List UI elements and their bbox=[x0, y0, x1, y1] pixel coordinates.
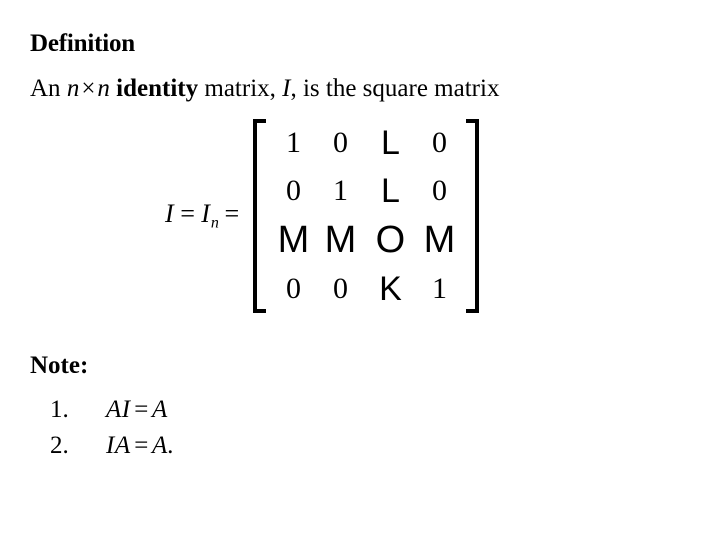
note-2-lhs: IA bbox=[106, 432, 131, 459]
matrix-cell-r1c4: 0 bbox=[431, 126, 447, 159]
note-equation-1: AI=A bbox=[106, 396, 168, 424]
matrix-cell-r2c3: L bbox=[380, 172, 400, 210]
note-heading: Note: bbox=[30, 352, 89, 379]
definition-variable-n-first: n bbox=[66, 75, 80, 102]
note-marker-1: 1. bbox=[50, 396, 69, 423]
matrix-cell-r2c4: 0 bbox=[431, 174, 447, 207]
definition-text-part-2: matrix, bbox=[198, 75, 283, 102]
equation-symbol-I-sub: I bbox=[201, 199, 211, 229]
matrix-cell-r4c4: 1 bbox=[431, 272, 447, 305]
matrix-cell-r3c2: M bbox=[324, 219, 357, 261]
note-2-rhs: A. bbox=[151, 432, 175, 459]
definition-text-part-1: An bbox=[30, 75, 67, 102]
identity-matrix-equation: I = In = 1 0 L 0 0 1 L 0 M M O M 0 0 K 1 bbox=[165, 118, 480, 314]
matrix-bracket-group: 1 0 L 0 0 1 L 0 M M O M 0 0 K 1 bbox=[253, 119, 480, 313]
matrix-cell-r2c1: 0 bbox=[285, 174, 301, 207]
note-list: 1. AI=A 2. IA=A. bbox=[50, 396, 175, 468]
note-list-item-1: 1. AI=A bbox=[50, 396, 175, 432]
note-list-item-2: 2. IA=A. bbox=[50, 432, 175, 468]
note-marker-2: 2. bbox=[50, 432, 69, 459]
definition-emphasis-identity: identity bbox=[116, 75, 199, 102]
definition-variable-n-second: n bbox=[97, 75, 110, 102]
definition-text-part-3: , is the square matrix bbox=[290, 75, 500, 102]
matrix-cell-r1c1: 1 bbox=[285, 126, 301, 159]
equals-sign-second: = bbox=[222, 199, 242, 229]
matrix-cell-r4c3: K bbox=[379, 270, 402, 308]
note-equation-2: IA=A. bbox=[106, 432, 175, 460]
equation-subscript-n: n bbox=[210, 214, 219, 232]
definition-sentence: An n×n identity matrix, I, is the square… bbox=[30, 74, 499, 104]
equation-left-hand-side: I = In = bbox=[165, 199, 253, 233]
matrix-cell-r1c2: 0 bbox=[332, 126, 348, 159]
matrix-cell-r4c2: 0 bbox=[332, 272, 348, 305]
equation-symbol-I: I bbox=[165, 199, 175, 229]
note-2-equals: = bbox=[132, 432, 150, 459]
matrix-cell-r2c2: 1 bbox=[332, 174, 348, 207]
equals-sign-first: = bbox=[178, 199, 198, 229]
matrix-cell-r4c1: 0 bbox=[285, 272, 301, 305]
right-square-bracket-icon bbox=[466, 119, 480, 313]
matrix-cell-r3c1: M bbox=[277, 219, 310, 261]
note-1-equals: = bbox=[132, 396, 150, 423]
note-1-lhs: AI bbox=[106, 396, 131, 423]
multiplication-sign: × bbox=[81, 75, 96, 102]
matrix-cell-r3c3: O bbox=[375, 219, 406, 261]
matrix-cell-r3c4: M bbox=[423, 219, 456, 261]
matrix-cell-r1c3: L bbox=[380, 124, 400, 162]
definition-heading: Definition bbox=[30, 30, 135, 57]
note-1-rhs: A bbox=[151, 396, 168, 423]
matrix-grid: 1 0 L 0 0 1 L 0 M M O M 0 0 K 1 bbox=[266, 119, 466, 313]
slide-canvas: Definition An n×n identity matrix, I, is… bbox=[0, 0, 720, 540]
left-square-bracket-icon bbox=[253, 119, 267, 313]
